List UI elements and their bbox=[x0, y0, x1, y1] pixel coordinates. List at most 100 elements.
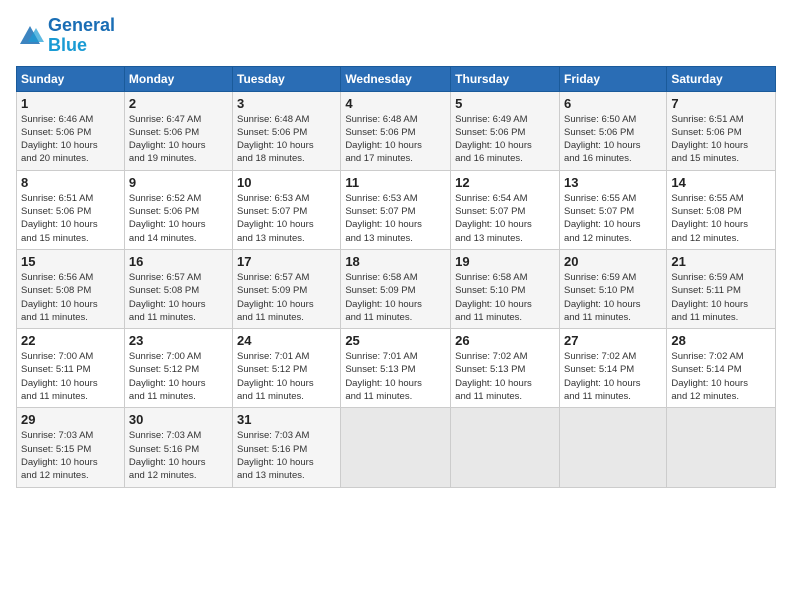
day-number: 21 bbox=[671, 254, 771, 269]
day-cell: 23 Sunrise: 7:00 AM Sunset: 5:12 PM Dayli… bbox=[124, 329, 232, 408]
day-info: Sunrise: 6:57 AM Sunset: 5:08 PM Dayligh… bbox=[129, 271, 228, 324]
day-number: 25 bbox=[345, 333, 446, 348]
day-cell: 19Sunrise: 6:58 AM Sunset: 5:10 PM Dayli… bbox=[451, 249, 560, 328]
day-header-sunday: Sunday bbox=[17, 66, 125, 91]
day-number: 29 bbox=[21, 412, 120, 427]
day-number: 24 bbox=[237, 333, 336, 348]
day-cell: 18Sunrise: 6:58 AM Sunset: 5:09 PM Dayli… bbox=[341, 249, 451, 328]
day-cell: 5 Sunrise: 6:49 AM Sunset: 5:06 PM Daylig… bbox=[451, 91, 560, 170]
day-info: Sunrise: 6:55 AM Sunset: 5:07 PM Dayligh… bbox=[564, 192, 662, 245]
day-number: 23 bbox=[129, 333, 228, 348]
day-number: 27 bbox=[564, 333, 662, 348]
header: General Blue bbox=[16, 16, 776, 56]
day-cell: 8 Sunrise: 6:51 AM Sunset: 5:06 PM Daylig… bbox=[17, 170, 125, 249]
day-info: Sunrise: 6:51 AM Sunset: 5:06 PM Dayligh… bbox=[21, 192, 120, 245]
day-info: Sunrise: 6:54 AM Sunset: 5:07 PM Dayligh… bbox=[455, 192, 555, 245]
day-cell: 31 Sunrise: 7:03 AM Sunset: 5:16 PM Dayli… bbox=[233, 408, 341, 487]
day-cell: 24 Sunrise: 7:01 AM Sunset: 5:12 PM Dayli… bbox=[233, 329, 341, 408]
calendar-table: SundayMondayTuesdayWednesdayThursdayFrid… bbox=[16, 66, 776, 488]
day-cell: 22 Sunrise: 7:00 AM Sunset: 5:11 PM Dayli… bbox=[17, 329, 125, 408]
logo-text: General Blue bbox=[48, 16, 115, 56]
day-info: Sunrise: 6:47 AM Sunset: 5:06 PM Dayligh… bbox=[129, 113, 228, 166]
day-info: Sunrise: 6:46 AM Sunset: 5:06 PM Dayligh… bbox=[21, 113, 120, 166]
day-info: Sunrise: 7:00 AM Sunset: 5:11 PM Dayligh… bbox=[21, 350, 120, 403]
day-cell: 10Sunrise: 6:53 AM Sunset: 5:07 PM Dayli… bbox=[233, 170, 341, 249]
week-row-1: 8 Sunrise: 6:51 AM Sunset: 5:06 PM Daylig… bbox=[17, 170, 776, 249]
day-info: Sunrise: 6:51 AM Sunset: 5:06 PM Dayligh… bbox=[671, 113, 771, 166]
day-cell: 12Sunrise: 6:54 AM Sunset: 5:07 PM Dayli… bbox=[451, 170, 560, 249]
day-number: 3 bbox=[237, 96, 336, 111]
day-cell: 4 Sunrise: 6:48 AM Sunset: 5:06 PM Daylig… bbox=[341, 91, 451, 170]
day-info: Sunrise: 6:48 AM Sunset: 5:06 PM Dayligh… bbox=[345, 113, 446, 166]
day-number: 1 bbox=[21, 96, 120, 111]
day-info: Sunrise: 6:58 AM Sunset: 5:09 PM Dayligh… bbox=[345, 271, 446, 324]
day-header-friday: Friday bbox=[559, 66, 666, 91]
day-number: 5 bbox=[455, 96, 555, 111]
day-info: Sunrise: 6:48 AM Sunset: 5:06 PM Dayligh… bbox=[237, 113, 336, 166]
day-number: 6 bbox=[564, 96, 662, 111]
day-cell bbox=[341, 408, 451, 487]
day-info: Sunrise: 7:00 AM Sunset: 5:12 PM Dayligh… bbox=[129, 350, 228, 403]
day-number: 15 bbox=[21, 254, 120, 269]
day-number: 26 bbox=[455, 333, 555, 348]
day-cell: 2 Sunrise: 6:47 AM Sunset: 5:06 PM Daylig… bbox=[124, 91, 232, 170]
day-number: 19 bbox=[455, 254, 555, 269]
day-info: Sunrise: 7:01 AM Sunset: 5:12 PM Dayligh… bbox=[237, 350, 336, 403]
day-cell: 30Sunrise: 7:03 AM Sunset: 5:16 PM Dayli… bbox=[124, 408, 232, 487]
day-number: 7 bbox=[671, 96, 771, 111]
day-info: Sunrise: 7:02 AM Sunset: 5:14 PM Dayligh… bbox=[564, 350, 662, 403]
week-row-4: 29Sunrise: 7:03 AM Sunset: 5:15 PM Dayli… bbox=[17, 408, 776, 487]
day-number: 22 bbox=[21, 333, 120, 348]
day-cell bbox=[667, 408, 776, 487]
day-cell: 9 Sunrise: 6:52 AM Sunset: 5:06 PM Daylig… bbox=[124, 170, 232, 249]
day-info: Sunrise: 7:03 AM Sunset: 5:16 PM Dayligh… bbox=[237, 429, 336, 482]
week-row-2: 15Sunrise: 6:56 AM Sunset: 5:08 PM Dayli… bbox=[17, 249, 776, 328]
day-info: Sunrise: 7:02 AM Sunset: 5:14 PM Dayligh… bbox=[671, 350, 771, 403]
day-header-saturday: Saturday bbox=[667, 66, 776, 91]
day-cell: 26Sunrise: 7:02 AM Sunset: 5:13 PM Dayli… bbox=[451, 329, 560, 408]
day-cell: 6 Sunrise: 6:50 AM Sunset: 5:06 PM Daylig… bbox=[559, 91, 666, 170]
day-number: 8 bbox=[21, 175, 120, 190]
day-cell bbox=[451, 408, 560, 487]
day-info: Sunrise: 6:53 AM Sunset: 5:07 PM Dayligh… bbox=[345, 192, 446, 245]
day-header-monday: Monday bbox=[124, 66, 232, 91]
day-cell: 3 Sunrise: 6:48 AM Sunset: 5:06 PM Daylig… bbox=[233, 91, 341, 170]
day-cell: 20 Sunrise: 6:59 AM Sunset: 5:10 PM Dayli… bbox=[559, 249, 666, 328]
day-info: Sunrise: 6:50 AM Sunset: 5:06 PM Dayligh… bbox=[564, 113, 662, 166]
logo: General Blue bbox=[16, 16, 115, 56]
day-header-wednesday: Wednesday bbox=[341, 66, 451, 91]
day-info: Sunrise: 7:01 AM Sunset: 5:13 PM Dayligh… bbox=[345, 350, 446, 403]
day-number: 17 bbox=[237, 254, 336, 269]
day-number: 9 bbox=[129, 175, 228, 190]
day-cell: 1 Sunrise: 6:46 AM Sunset: 5:06 PM Daylig… bbox=[17, 91, 125, 170]
day-info: Sunrise: 6:59 AM Sunset: 5:10 PM Dayligh… bbox=[564, 271, 662, 324]
day-cell bbox=[559, 408, 666, 487]
day-cell: 27 Sunrise: 7:02 AM Sunset: 5:14 PM Dayli… bbox=[559, 329, 666, 408]
day-number: 13 bbox=[564, 175, 662, 190]
day-number: 14 bbox=[671, 175, 771, 190]
day-number: 4 bbox=[345, 96, 446, 111]
day-number: 20 bbox=[564, 254, 662, 269]
day-info: Sunrise: 6:52 AM Sunset: 5:06 PM Dayligh… bbox=[129, 192, 228, 245]
calendar-container: General Blue SundayMondayTuesdayWednesda… bbox=[0, 0, 792, 612]
day-cell: 29Sunrise: 7:03 AM Sunset: 5:15 PM Dayli… bbox=[17, 408, 125, 487]
week-row-0: 1 Sunrise: 6:46 AM Sunset: 5:06 PM Daylig… bbox=[17, 91, 776, 170]
day-cell: 25 Sunrise: 7:01 AM Sunset: 5:13 PM Dayli… bbox=[341, 329, 451, 408]
day-number: 16 bbox=[129, 254, 228, 269]
day-info: Sunrise: 6:57 AM Sunset: 5:09 PM Dayligh… bbox=[237, 271, 336, 324]
day-header-tuesday: Tuesday bbox=[233, 66, 341, 91]
day-info: Sunrise: 6:59 AM Sunset: 5:11 PM Dayligh… bbox=[671, 271, 771, 324]
day-number: 11 bbox=[345, 175, 446, 190]
day-cell: 21 Sunrise: 6:59 AM Sunset: 5:11 PM Dayli… bbox=[667, 249, 776, 328]
day-number: 31 bbox=[237, 412, 336, 427]
logo-icon bbox=[16, 22, 44, 50]
day-cell: 15Sunrise: 6:56 AM Sunset: 5:08 PM Dayli… bbox=[17, 249, 125, 328]
day-info: Sunrise: 6:49 AM Sunset: 5:06 PM Dayligh… bbox=[455, 113, 555, 166]
day-cell: 16 Sunrise: 6:57 AM Sunset: 5:08 PM Dayli… bbox=[124, 249, 232, 328]
day-number: 2 bbox=[129, 96, 228, 111]
day-cell: 7 Sunrise: 6:51 AM Sunset: 5:06 PM Daylig… bbox=[667, 91, 776, 170]
day-number: 30 bbox=[129, 412, 228, 427]
day-cell: 17 Sunrise: 6:57 AM Sunset: 5:09 PM Dayli… bbox=[233, 249, 341, 328]
day-cell: 13 Sunrise: 6:55 AM Sunset: 5:07 PM Dayli… bbox=[559, 170, 666, 249]
day-number: 28 bbox=[671, 333, 771, 348]
